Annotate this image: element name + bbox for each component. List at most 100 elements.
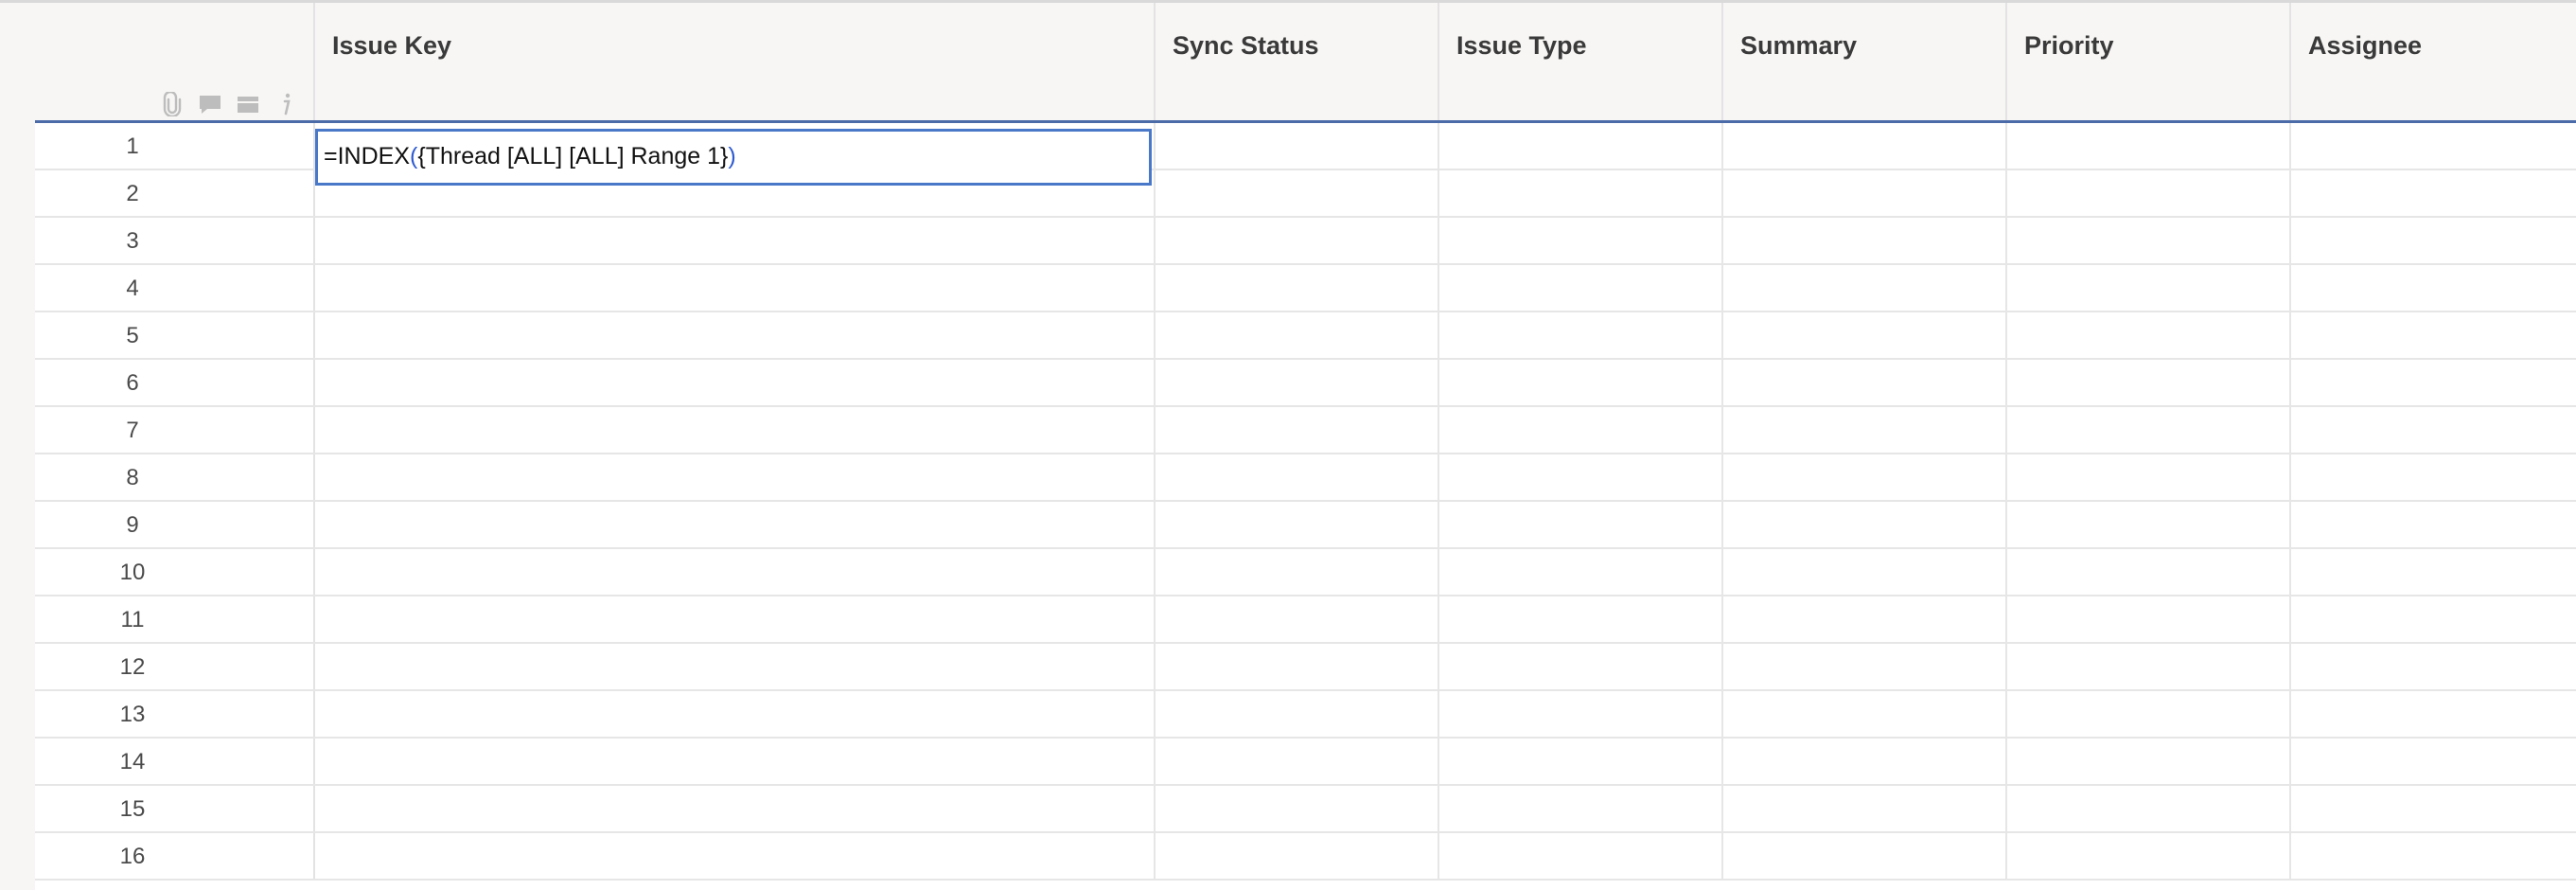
cell-summary[interactable] — [1723, 218, 2007, 263]
cell-assignee[interactable] — [2291, 549, 2576, 595]
cell-issue-key[interactable] — [315, 549, 1156, 595]
cell-issue-type[interactable] — [1439, 312, 1723, 358]
row-number[interactable]: 16 — [35, 833, 315, 879]
attachment-icon[interactable] — [160, 92, 185, 116]
row-number[interactable]: 2 — [35, 170, 315, 216]
cell-priority[interactable] — [2007, 360, 2291, 405]
cell-issue-type[interactable] — [1439, 265, 1723, 311]
table-row[interactable]: 11 — [35, 596, 2576, 644]
cell-assignee[interactable] — [2291, 360, 2576, 405]
cell-assignee[interactable] — [2291, 786, 2576, 831]
cell-issue-key[interactable] — [315, 739, 1156, 784]
comment-icon[interactable] — [198, 92, 222, 116]
cell-issue-type[interactable] — [1439, 644, 1723, 689]
column-header-summary[interactable]: Summary — [1723, 3, 2007, 120]
row-number[interactable]: 1 — [35, 123, 315, 169]
proofing-icon[interactable] — [236, 92, 260, 116]
cell-assignee[interactable] — [2291, 691, 2576, 737]
cell-summary[interactable] — [1723, 360, 2007, 405]
cell-summary[interactable] — [1723, 502, 2007, 547]
cell-sync-status[interactable] — [1156, 739, 1439, 784]
cell-sync-status[interactable] — [1156, 549, 1439, 595]
cell-issue-type[interactable] — [1439, 549, 1723, 595]
cell-issue-key[interactable] — [315, 454, 1156, 500]
row-number[interactable]: 7 — [35, 407, 315, 453]
row-number[interactable]: 9 — [35, 502, 315, 547]
cell-priority[interactable] — [2007, 833, 2291, 879]
row-number[interactable]: 15 — [35, 786, 315, 831]
cell-sync-status[interactable] — [1156, 123, 1439, 169]
cell-issue-key[interactable] — [315, 502, 1156, 547]
cell-issue-key[interactable] — [315, 360, 1156, 405]
cell-assignee[interactable] — [2291, 739, 2576, 784]
cell-assignee[interactable] — [2291, 123, 2576, 169]
cell-sync-status[interactable] — [1156, 596, 1439, 642]
cell-priority[interactable] — [2007, 123, 2291, 169]
cell-priority[interactable] — [2007, 454, 2291, 500]
cell-summary[interactable] — [1723, 596, 2007, 642]
cell-priority[interactable] — [2007, 407, 2291, 453]
cell-issue-type[interactable] — [1439, 739, 1723, 784]
cell-issue-key[interactable] — [315, 218, 1156, 263]
cell-assignee[interactable] — [2291, 596, 2576, 642]
column-header-sync-status[interactable]: Sync Status — [1156, 3, 1439, 120]
cell-priority[interactable] — [2007, 170, 2291, 216]
cell-summary[interactable] — [1723, 407, 2007, 453]
cell-issue-type[interactable] — [1439, 786, 1723, 831]
cell-assignee[interactable] — [2291, 833, 2576, 879]
cell-sync-status[interactable] — [1156, 691, 1439, 737]
cell-issue-type[interactable] — [1439, 218, 1723, 263]
row-number[interactable]: 5 — [35, 312, 315, 358]
table-row[interactable]: 12 — [35, 644, 2576, 691]
cell-issue-type[interactable] — [1439, 833, 1723, 879]
cell-summary[interactable] — [1723, 265, 2007, 311]
table-row[interactable]: 10 — [35, 549, 2576, 596]
table-row[interactable]: 16 — [35, 833, 2576, 881]
table-row[interactable]: 15 — [35, 786, 2576, 833]
table-row[interactable]: 6 — [35, 360, 2576, 407]
cell-issue-key[interactable] — [315, 786, 1156, 831]
cell-sync-status[interactable] — [1156, 312, 1439, 358]
cell-priority[interactable] — [2007, 218, 2291, 263]
cell-issue-key[interactable] — [315, 596, 1156, 642]
cell-issue-key[interactable] — [315, 691, 1156, 737]
row-number[interactable]: 10 — [35, 549, 315, 595]
table-row[interactable]: 14 — [35, 739, 2576, 786]
cell-assignee[interactable] — [2291, 170, 2576, 216]
cell-issue-type[interactable] — [1439, 596, 1723, 642]
column-header-issue-type[interactable]: Issue Type — [1439, 3, 1723, 120]
cell-issue-type[interactable] — [1439, 360, 1723, 405]
cell-priority[interactable] — [2007, 596, 2291, 642]
cell-priority[interactable] — [2007, 502, 2291, 547]
cell-issue-type[interactable] — [1439, 454, 1723, 500]
cell-summary[interactable] — [1723, 833, 2007, 879]
cell-sync-status[interactable] — [1156, 833, 1439, 879]
table-row[interactable]: 4 — [35, 265, 2576, 312]
row-number[interactable]: 8 — [35, 454, 315, 500]
cell-issue-key[interactable] — [315, 265, 1156, 311]
table-row[interactable]: 3 — [35, 218, 2576, 265]
table-row[interactable]: 7 — [35, 407, 2576, 454]
cell-sync-status[interactable] — [1156, 407, 1439, 453]
row-number[interactable]: 14 — [35, 739, 315, 784]
cell-assignee[interactable] — [2291, 312, 2576, 358]
cell-priority[interactable] — [2007, 549, 2291, 595]
cell-summary[interactable] — [1723, 312, 2007, 358]
cell-issue-key[interactable] — [315, 407, 1156, 453]
cell-sync-status[interactable] — [1156, 170, 1439, 216]
cell-summary[interactable] — [1723, 170, 2007, 216]
cell-issue-key[interactable] — [315, 312, 1156, 358]
cell-assignee[interactable] — [2291, 218, 2576, 263]
cell-issue-type[interactable] — [1439, 691, 1723, 737]
cell-assignee[interactable] — [2291, 502, 2576, 547]
cell-sync-status[interactable] — [1156, 644, 1439, 689]
cell-issue-key[interactable] — [315, 644, 1156, 689]
row-number[interactable]: 11 — [35, 596, 315, 642]
row-number[interactable]: 12 — [35, 644, 315, 689]
cell-issue-type[interactable] — [1439, 502, 1723, 547]
cell-issue-type[interactable] — [1439, 123, 1723, 169]
cell-summary[interactable] — [1723, 739, 2007, 784]
cell-summary[interactable] — [1723, 123, 2007, 169]
cell-issue-type[interactable] — [1439, 407, 1723, 453]
cell-priority[interactable] — [2007, 644, 2291, 689]
